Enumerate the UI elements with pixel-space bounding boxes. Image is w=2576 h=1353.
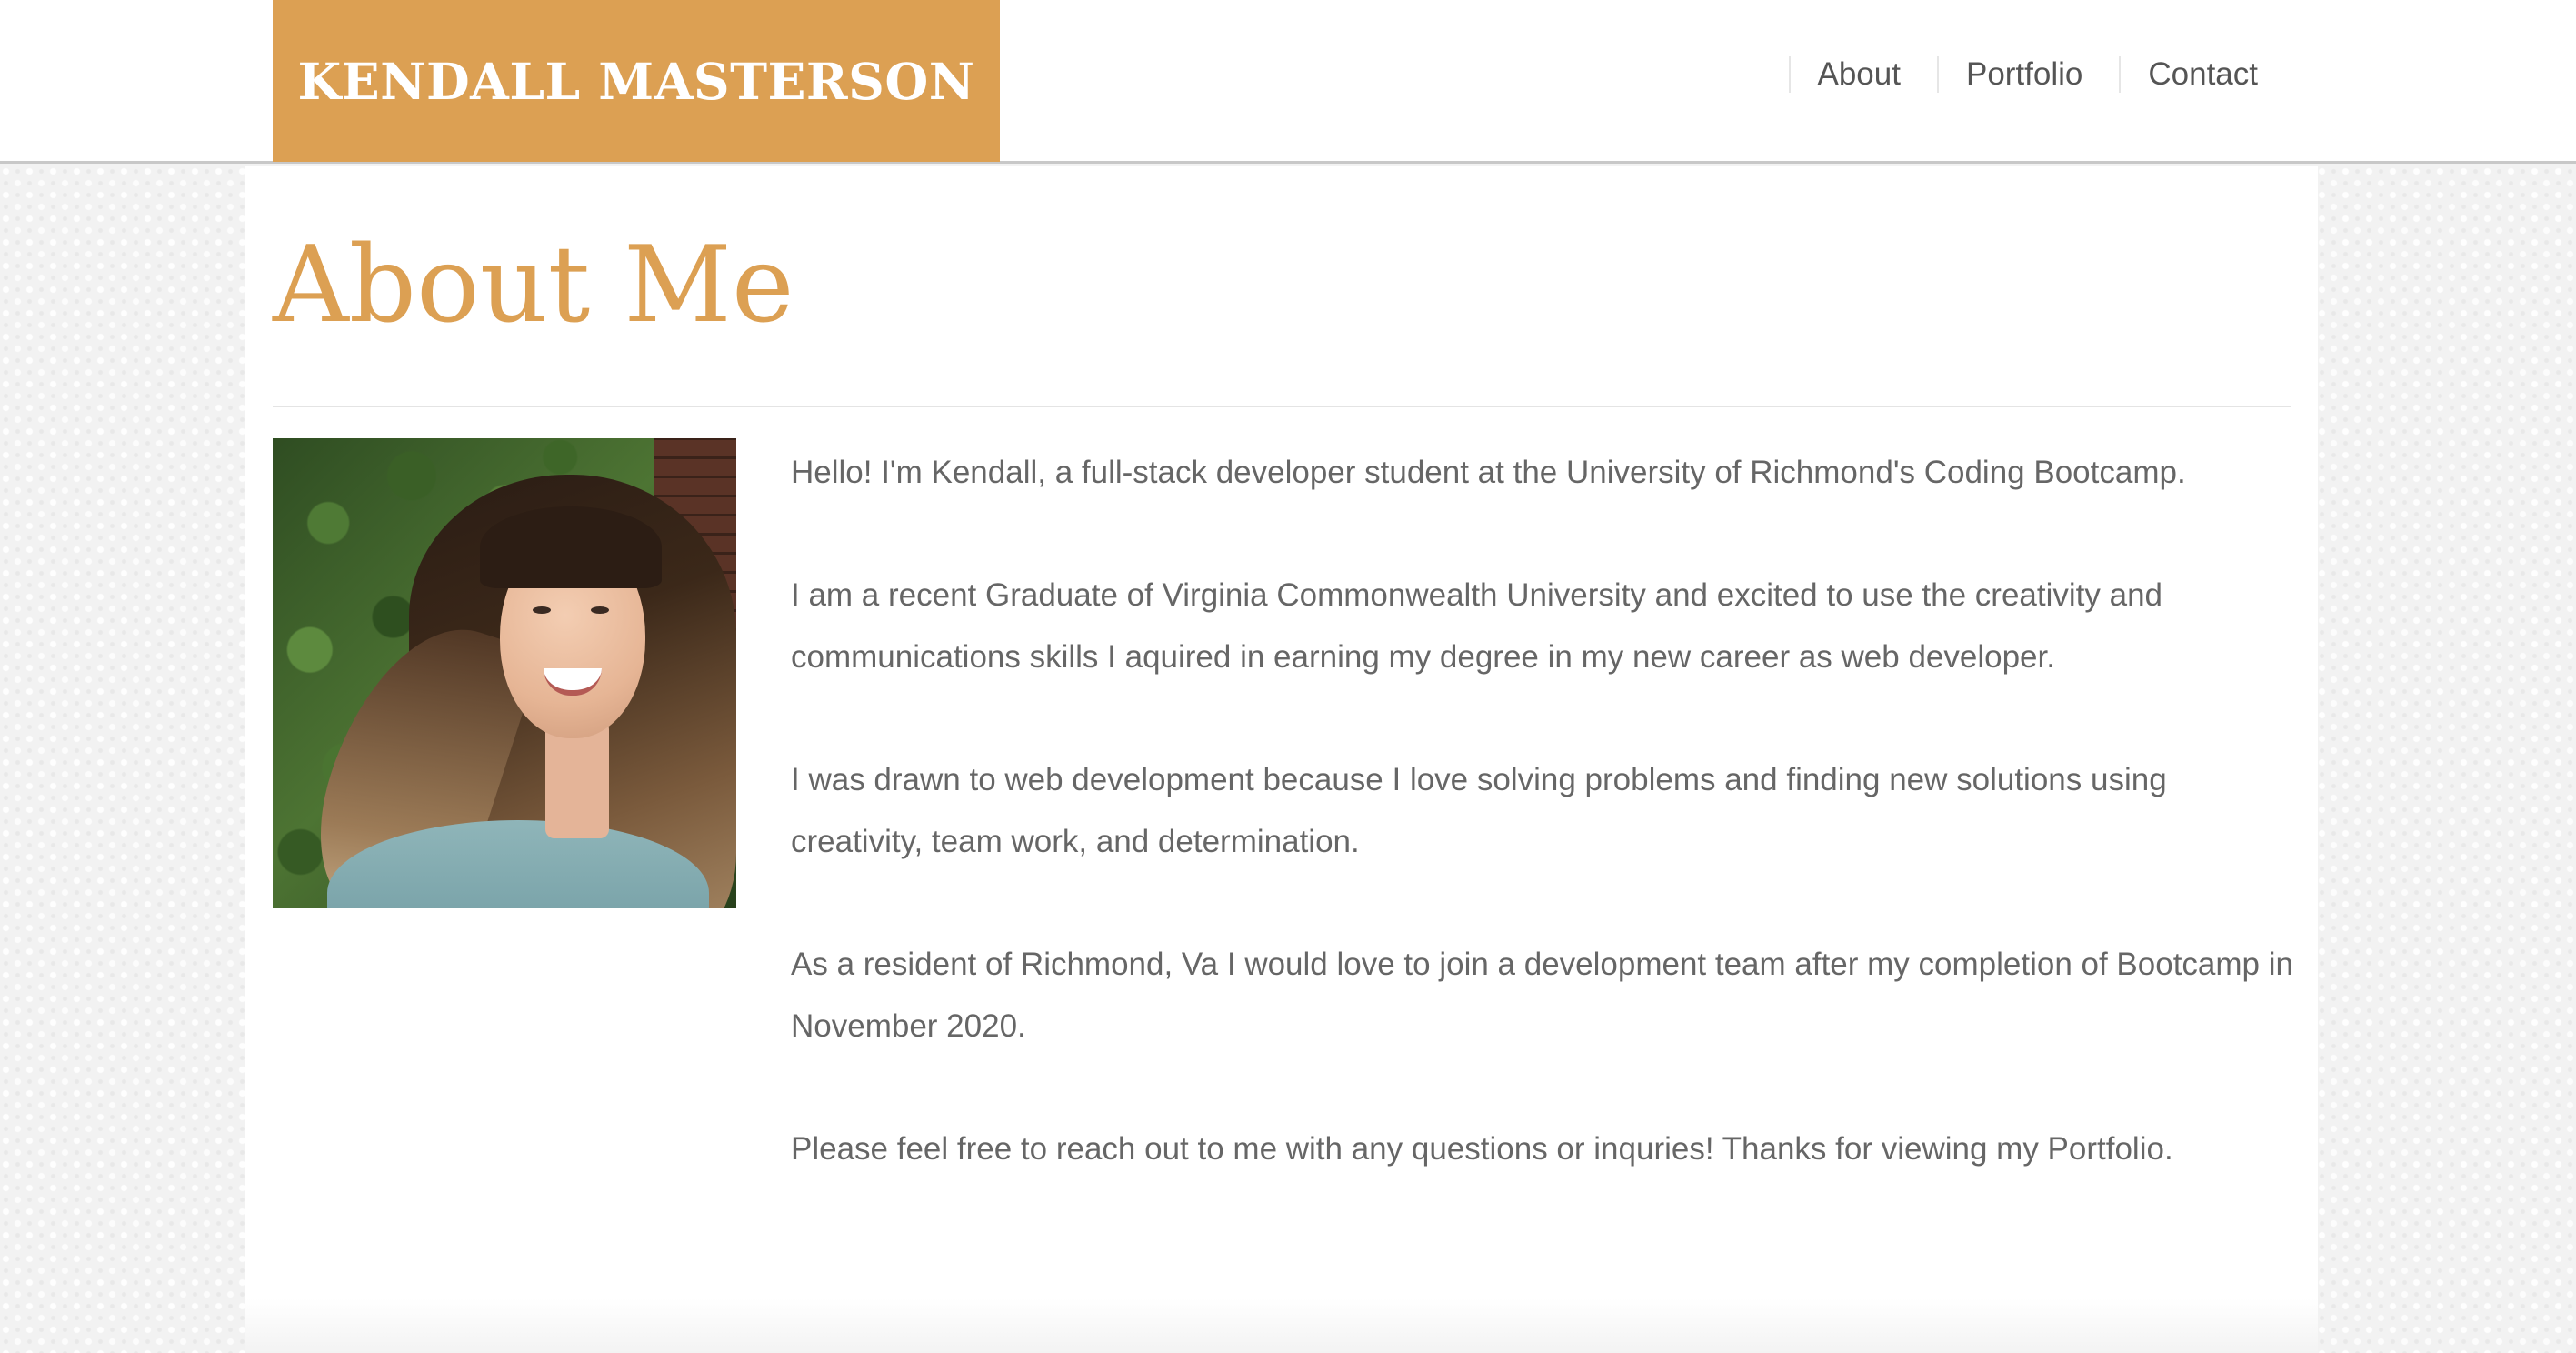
bio-paragraph-intro: Hello! I'm Kendall, a full-stack develop…	[791, 455, 2186, 490]
about-section: About Me Hello! I'm Kendall, a full-stac…	[245, 166, 2318, 1353]
nav-link-about[interactable]: About	[1788, 56, 1901, 93]
bio-paragraph-motivation: I was drawn to web development because I…	[791, 762, 2167, 859]
photo-right-eye	[591, 606, 609, 614]
title-divider	[273, 406, 2291, 407]
bio-paragraph-closing: Please feel free to reach out to me with…	[791, 1131, 2173, 1167]
profile-photo	[273, 438, 736, 908]
bio-paragraph-education: I am a recent Graduate of Virginia Commo…	[791, 577, 2162, 675]
main-nav: About Portfolio Contact	[1788, 47, 2258, 102]
nav-link-contact[interactable]: Contact	[2119, 56, 2258, 93]
brand-logo[interactable]: KENDALL MASTERSON	[273, 0, 1000, 162]
nav-link-portfolio[interactable]: Portfolio	[1936, 56, 2082, 93]
site-header: KENDALL MASTERSON About Portfolio Contac…	[0, 0, 2576, 164]
photo-front-hair	[480, 506, 662, 588]
bio-text: Hello! I'm Kendall, a full-stack develop…	[791, 442, 2300, 1241]
photo-left-eye	[533, 606, 551, 614]
photo-smile	[544, 668, 602, 696]
bio-paragraph-location: As a resident of Richmond, Va I would lo…	[791, 947, 2293, 1044]
brand-name[interactable]: KENDALL MASTERSON	[297, 52, 974, 111]
page-title: About Me	[273, 224, 794, 346]
